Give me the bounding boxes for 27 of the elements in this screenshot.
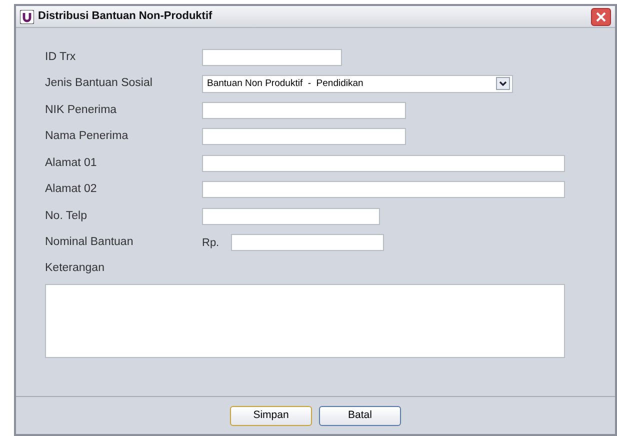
close-button[interactable] (591, 8, 611, 26)
field-label: Nominal Bantuan (45, 235, 134, 250)
chevron-down-icon (499, 80, 507, 87)
dialog-button[interactable]: Batal (319, 406, 401, 426)
field-label: Keterangan (45, 261, 106, 276)
text-field[interactable] (202, 181, 565, 198)
text-field[interactable] (202, 208, 380, 225)
close-icon (596, 12, 606, 22)
dropdown-button[interactable] (496, 77, 510, 90)
field-label: Jenis Bantuan Sosial (45, 76, 154, 92)
field-label: NIK Penerima (45, 102, 118, 118)
currency-prefix: Rp. (202, 236, 220, 250)
text-field[interactable] (202, 128, 406, 146)
field-label: Alamat 01 (45, 156, 98, 171)
dropdown-field[interactable]: Bantuan Non Produktif - Pendidikan (202, 74, 513, 93)
field-label: Nama Penerima (45, 129, 130, 144)
window-title: Distribusi Bantuan Non-Produktif (38, 9, 212, 24)
text-field[interactable] (202, 154, 565, 172)
amount-field[interactable] (231, 234, 384, 252)
field-label: Alamat 02 (45, 182, 98, 198)
field-label: No. Telp (45, 208, 88, 224)
dialog-button[interactable]: Simpan (230, 406, 312, 426)
text-field[interactable] (202, 48, 342, 66)
text-field[interactable] (202, 102, 406, 119)
app-logo-icon (20, 10, 34, 24)
notes-field[interactable] (45, 284, 565, 358)
field-label: ID Trx (45, 50, 77, 65)
